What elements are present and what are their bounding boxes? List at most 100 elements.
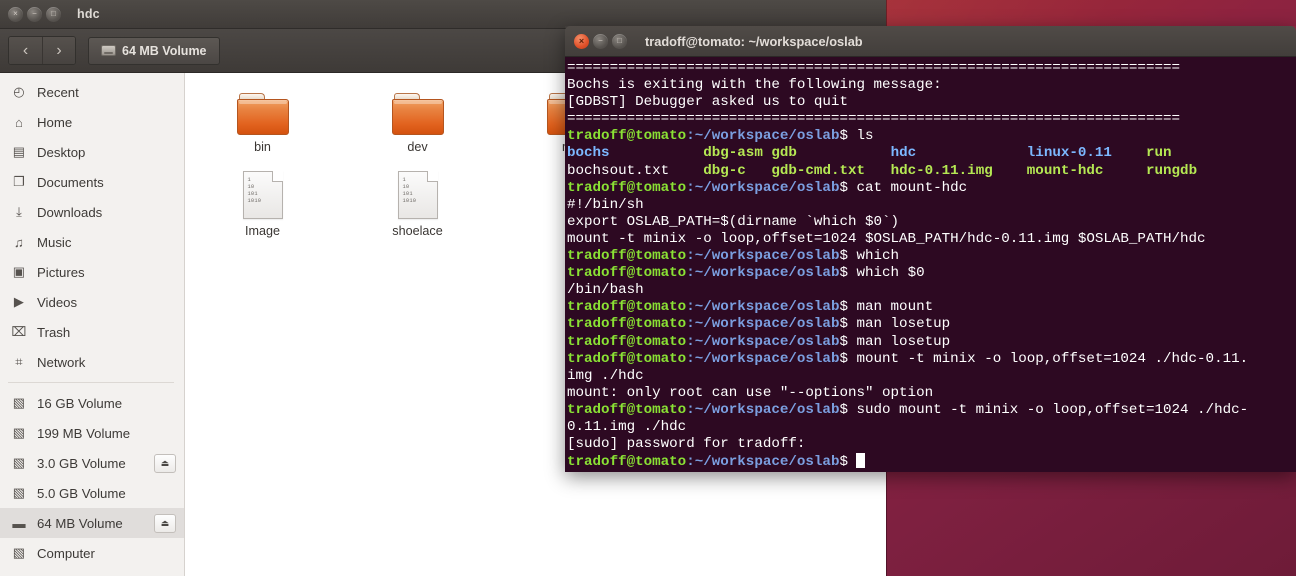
eject-icon[interactable]: ⏏ — [154, 513, 176, 533]
file-manager-title: hdc — [77, 7, 100, 21]
terminal-output-line: #!/bin/sh — [567, 196, 644, 213]
sidebar-item-computer[interactable]: ▧ Computer — [0, 538, 184, 568]
network-icon: ⌗ — [15, 354, 23, 369]
sidebar-item-3-0-gb-volume[interactable]: ▧ 3.0 GB Volume ⏏ — [0, 448, 184, 478]
maximize-icon[interactable]: □ — [46, 6, 61, 22]
prompt-path: :~/workspace/oslab — [686, 128, 840, 145]
video-icon: ▶ — [13, 294, 25, 309]
terminal-prompt-line: tradoff@tomato:~/workspace/oslab$ mount … — [567, 351, 1291, 368]
terminal-prompt-line: tradoff@tomato:~/workspace/oslab$ cat mo… — [567, 180, 1291, 197]
sidebar-item-music[interactable]: ♫ Music — [0, 227, 184, 257]
volume-icon: ▧ — [12, 485, 26, 500]
prompt-user: tradoff@tomato — [567, 299, 687, 316]
desktop-icon: ▤ — [12, 144, 26, 159]
prompt-user: tradoff@tomato — [567, 333, 687, 350]
terminal-prompt-line: tradoff@tomato:~/workspace/oslab$ which … — [567, 265, 1291, 282]
prompt-path: :~/workspace/oslab — [686, 333, 840, 350]
file-manager-titlebar[interactable]: × − □ hdc — [0, 0, 886, 29]
terminal-command: man mount — [856, 299, 934, 316]
prompt-user: tradoff@tomato — [567, 316, 687, 333]
computer-icon: ▧ — [12, 545, 26, 560]
terminal-ls-entry: run — [1146, 145, 1172, 162]
terminal-command: cat mount-hdc — [856, 179, 968, 196]
terminal-output-line: Bochs is exiting with the following mess… — [567, 77, 942, 94]
terminal-titlebar[interactable]: × − □ tradoff@tomato: ~/workspace/oslab — [565, 26, 1296, 57]
terminal-prompt-line: tradoff@tomato:~/workspace/oslab$ ls — [567, 128, 1291, 145]
terminal-ls-row: bochsout.txt dbg-c gdb-cmd.txt hdc-0.11.… — [567, 163, 1291, 180]
binary-file-icon: 1 10 101 1010 — [397, 171, 438, 219]
sidebar-item-5-0-gb-volume[interactable]: ▧ 5.0 GB Volume — [0, 478, 184, 508]
sidebar-item-label: Music — [37, 234, 72, 250]
sidebar-item-16-gb-volume[interactable]: ▧ 16 GB Volume — [0, 388, 184, 418]
prompt-sign: $ — [839, 333, 857, 350]
prompt-path: :~/workspace/oslab — [686, 179, 840, 196]
prompt-sign: $ — [839, 350, 857, 367]
volume-icon: ▧ — [12, 395, 26, 410]
sidebar-item-desktop[interactable]: ▤ Desktop — [0, 137, 184, 167]
sidebar-item-home[interactable]: ⌂ Home — [0, 107, 184, 137]
terminal-output-line: [GDBST] Debugger asked us to quit — [567, 94, 848, 111]
file-item-image[interactable]: 1 10 101 1010 Image — [185, 169, 340, 247]
sidebar-item-64-mb-volume[interactable]: ▬ 64 MB Volume ⏏ — [0, 508, 184, 538]
breadcrumb-label: 64 MB Volume — [122, 43, 207, 58]
sidebar-item-label: Downloads — [37, 204, 103, 220]
sidebar-item-documents[interactable]: ❐ Documents — [0, 167, 184, 197]
document-icon: ❐ — [13, 174, 25, 189]
minimize-icon[interactable]: − — [27, 6, 42, 22]
sidebar-item-label: 16 GB Volume — [37, 395, 123, 411]
sidebar-item-199-mb-volume[interactable]: ▧ 199 MB Volume — [0, 418, 184, 448]
sidebar-item-label: 3.0 GB Volume — [37, 455, 126, 471]
close-icon[interactable]: × — [574, 33, 589, 49]
minimize-icon[interactable]: − — [593, 33, 608, 49]
folder-icon — [236, 93, 289, 135]
sidebar-places-list: ◴ Recent ⌂ Home ▤ Desktop ❐ Documents ⤓ Downloads… — [0, 77, 184, 377]
terminal-output-line: mount: only root can use "--options" opt… — [567, 384, 934, 401]
sidebar-item-label: 199 MB Volume — [37, 425, 131, 441]
terminal-output-line: [sudo] password for tradoff: — [567, 436, 806, 453]
file-item-label: bin — [254, 140, 271, 154]
terminal-output-line: 0.11.img ./hdc — [567, 418, 687, 435]
terminal-command: which — [856, 248, 900, 265]
terminal-cursor — [856, 453, 866, 469]
drive-icon: ▬ — [12, 515, 26, 531]
terminal-ls-row: bochs dbg-asm gdb hdc linux-0.11 run — [567, 145, 1291, 162]
file-item-bin[interactable]: bin — [185, 91, 340, 169]
forward-button[interactable]: › — [42, 37, 75, 64]
eject-icon[interactable]: ⏏ — [154, 453, 176, 473]
terminal-command: man losetup — [856, 316, 951, 333]
prompt-sign: $ — [839, 316, 857, 333]
sidebar-item-network[interactable]: ⌗ Network — [0, 347, 184, 377]
prompt-sign: $ — [839, 454, 857, 471]
sidebar-item-pictures[interactable]: ▣ Pictures — [0, 257, 184, 287]
back-button[interactable]: ‹ — [9, 37, 42, 64]
sidebar-item-recent[interactable]: ◴ Recent — [0, 77, 184, 107]
maximize-icon[interactable]: □ — [612, 33, 627, 49]
terminal-prompt-line: tradoff@tomato:~/workspace/oslab$ — [567, 453, 1291, 471]
sidebar-item-videos[interactable]: ▶ Videos — [0, 287, 184, 317]
terminal-output[interactable]: ========================================… — [565, 57, 1296, 472]
sidebar-item-downloads[interactable]: ⤓ Downloads — [0, 197, 184, 227]
sidebar-divider — [8, 382, 174, 383]
file-item-dev[interactable]: dev — [340, 91, 495, 169]
terminal-window-controls: × − □ — [574, 33, 627, 49]
sidebar[interactable]: ◴ Recent ⌂ Home ▤ Desktop ❐ Documents ⤓ Downloads… — [0, 73, 185, 576]
prompt-sign: $ — [839, 299, 857, 316]
drive-icon — [101, 45, 116, 56]
clock-icon: ◴ — [13, 84, 25, 99]
volume-icon: ▧ — [12, 425, 26, 440]
breadcrumb-item-volume[interactable]: 64 MB Volume — [88, 36, 220, 65]
terminal-prompt-line: tradoff@tomato:~/workspace/oslab$ man lo… — [567, 316, 1291, 333]
file-item-shoelace[interactable]: 1 10 101 1010 shoelace — [340, 169, 495, 247]
terminal-title: tradoff@tomato: ~/workspace/oslab — [645, 33, 863, 49]
terminal-command: mount -t minix -o loop,offset=1024 ./hdc… — [856, 350, 1249, 367]
sidebar-item-item[interactable]: ▧ — [0, 568, 184, 576]
download-icon: ⤓ — [16, 204, 22, 219]
sidebar-item-trash[interactable]: ⌧ Trash — [0, 317, 184, 347]
close-icon[interactable]: × — [8, 6, 23, 22]
terminal-command: man losetup — [856, 333, 951, 350]
terminal-command: sudo mount -t minix -o loop,offset=1024 … — [856, 401, 1249, 418]
prompt-path: :~/workspace/oslab — [686, 401, 840, 418]
sidebar-item-label: 64 MB Volume — [37, 515, 123, 531]
sidebar-item-label: Documents — [37, 174, 104, 190]
terminal-prompt-line: tradoff@tomato:~/workspace/oslab$ which — [567, 248, 1291, 265]
